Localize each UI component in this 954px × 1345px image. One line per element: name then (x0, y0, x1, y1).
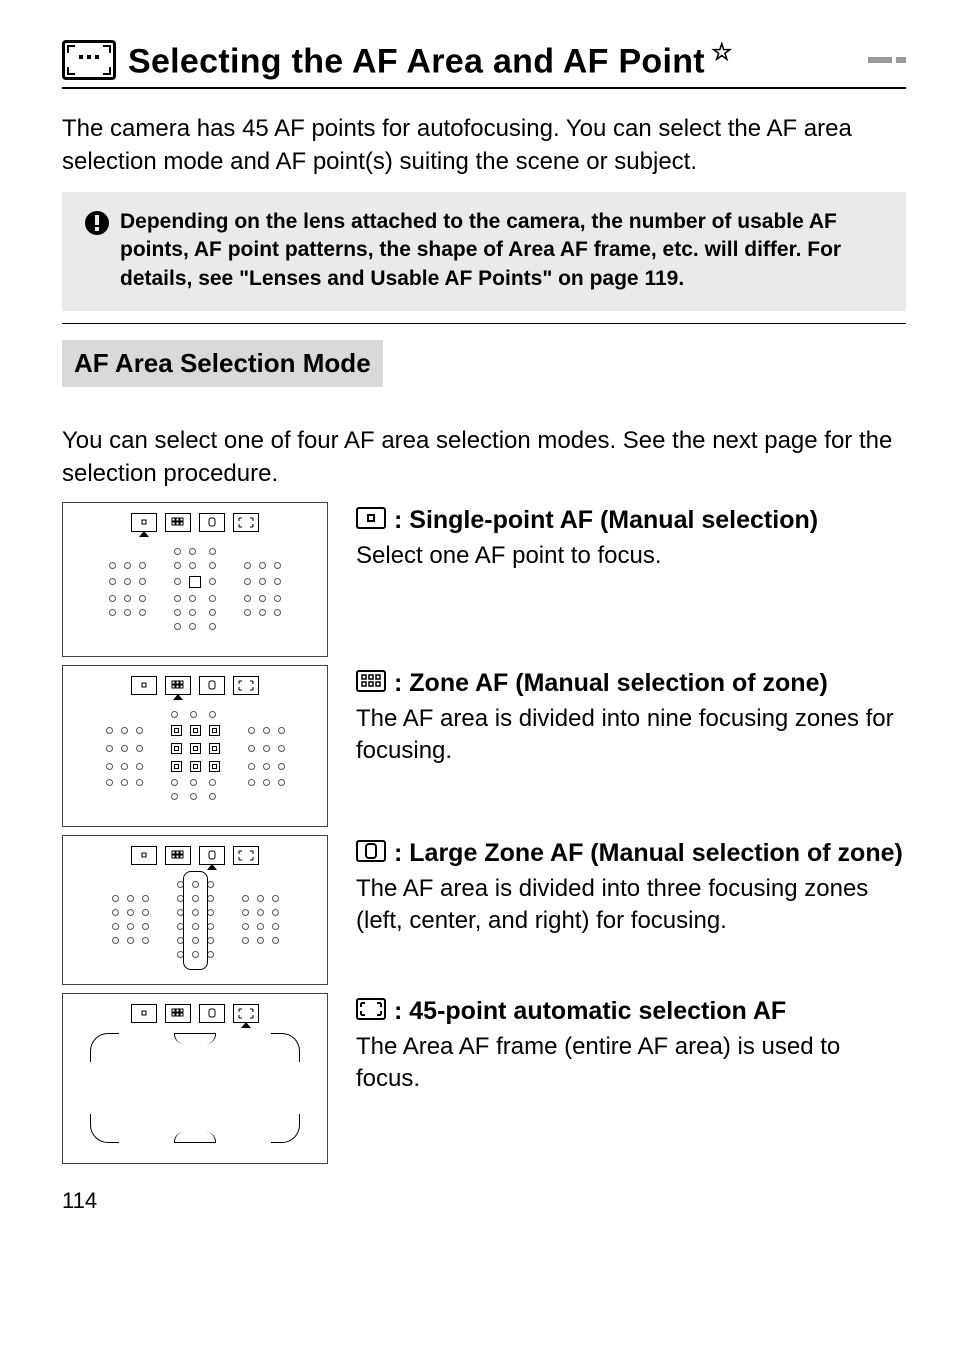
page-title-row: Selecting the AF Area and AF Point☆ (62, 38, 906, 89)
intro-text: The camera has 45 AF points for autofocu… (62, 113, 906, 178)
mode-tab-largezone-icon (199, 513, 225, 532)
mode-tab-auto-icon (233, 846, 259, 865)
mode-tab-auto-icon (233, 676, 259, 695)
auto-selection-icon (356, 998, 386, 1020)
mode-title-single: : Single-point AF (Manual selection) (356, 504, 906, 536)
section-heading: AF Area Selection Mode (62, 340, 383, 387)
mode-tab-largezone-icon (199, 676, 225, 695)
mode-tab-auto-icon (233, 513, 259, 532)
mode-tab-single-icon (131, 1004, 157, 1023)
mode-tab-largezone-icon (199, 846, 225, 865)
separator (62, 323, 906, 324)
page-number: 114 (62, 1188, 906, 1214)
mode-tab-largezone-icon (199, 1004, 225, 1023)
warning-note: Depending on the lens attached to the ca… (62, 192, 906, 311)
mode-body-largezone: The AF area is divided into three focusi… (356, 873, 906, 936)
mode-body-single: Select one AF point to focus. (356, 540, 906, 572)
mode-body-auto: The Area AF frame (entire AF area) is us… (356, 1031, 906, 1094)
mode-title-zone: : Zone AF (Manual selection of zone) (356, 667, 906, 699)
diagram-single-point (62, 502, 328, 657)
af-area-title-icon (62, 40, 116, 80)
mode-tab-zone-icon (165, 676, 191, 695)
diagram-zone (62, 665, 328, 827)
mode-tab-zone-icon (165, 513, 191, 532)
diagram-auto45 (62, 993, 328, 1164)
warning-text: Depending on the lens attached to the ca… (120, 208, 884, 293)
mode-tab-zone-icon (165, 1004, 191, 1023)
section-intro: You can select one of four AF area selec… (62, 425, 906, 490)
mode-body-zone: The AF area is divided into nine focusin… (356, 703, 906, 766)
diagram-large-zone (62, 835, 328, 985)
zone-af-icon (356, 670, 386, 692)
section-marker-icon (868, 57, 906, 63)
mode-tab-zone-icon (165, 846, 191, 865)
single-point-icon (356, 507, 386, 529)
large-zone-icon (356, 840, 386, 862)
star-icon: ☆ (711, 39, 733, 66)
mode-title-largezone: : Large Zone AF (Manual selection of zon… (356, 837, 906, 869)
page-title: Selecting the AF Area and AF Point☆ (128, 38, 733, 81)
mode-tab-auto-icon (233, 1004, 259, 1023)
mode-title-auto: : 45-point automatic selection AF (356, 995, 906, 1027)
mode-tab-single-icon (131, 676, 157, 695)
mode-tab-single-icon (131, 513, 157, 532)
mode-tab-single-icon (131, 846, 157, 865)
warning-icon (84, 210, 110, 236)
